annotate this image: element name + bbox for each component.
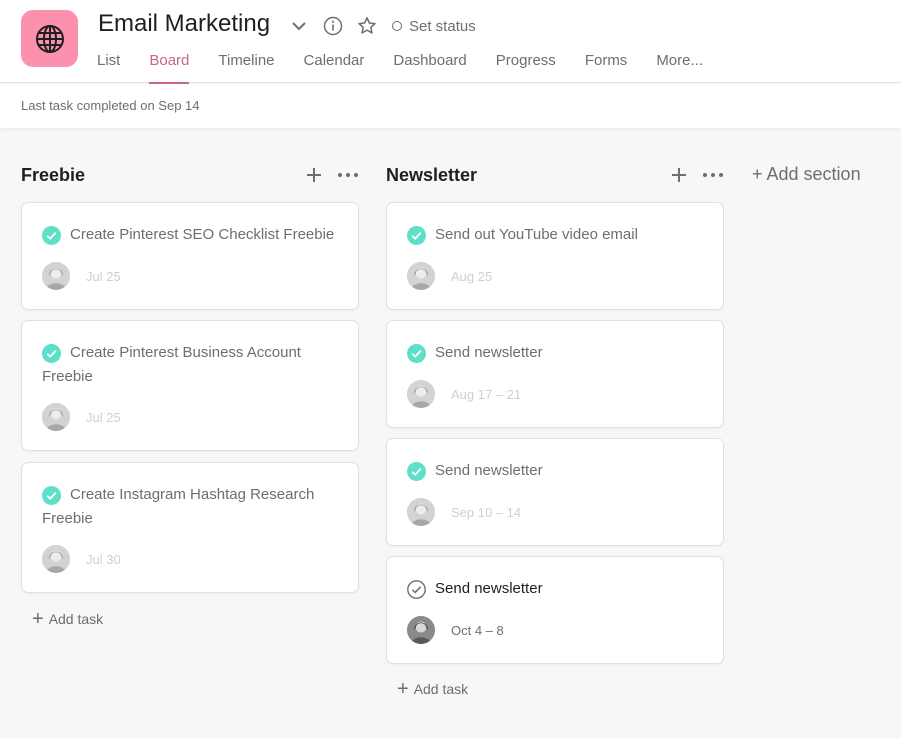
chevron-down-icon[interactable] [288, 15, 310, 37]
tab-board[interactable]: Board [149, 50, 190, 84]
add-task-plus-icon[interactable] [303, 164, 325, 186]
column-header: Newsletter [386, 158, 724, 192]
due-date[interactable]: Aug 25 [451, 269, 492, 284]
task-title: Create Pinterest SEO Checklist Freebie [70, 226, 335, 243]
tab-progress[interactable]: Progress [496, 50, 556, 83]
task-title: Create Instagram Hashtag Research Freebi… [42, 486, 315, 527]
set-status-button[interactable]: Set status [392, 18, 476, 35]
task-title: Send newsletter [435, 344, 543, 361]
task-meta: Jul 25 [42, 262, 121, 290]
task-title: Send newsletter [435, 580, 543, 597]
project-header: Email Marketing Set status List Board Ti… [0, 0, 901, 84]
avatar[interactable] [407, 616, 435, 644]
task-title: Create Pinterest Business Account Freebi… [42, 344, 301, 385]
add-task-button[interactable]: + Add task [397, 679, 468, 699]
due-date[interactable]: Aug 17 – 21 [451, 387, 521, 402]
set-status-label: Set status [409, 17, 476, 35]
avatar[interactable] [42, 403, 70, 431]
view-tabs: List Board Timeline Calendar Dashboard P… [97, 50, 732, 84]
due-date[interactable]: Jul 25 [86, 410, 121, 425]
due-date[interactable]: Sep 10 – 14 [451, 505, 521, 520]
add-task-plus-icon[interactable] [668, 164, 690, 186]
task-card[interactable]: Create Instagram Hashtag Research Freebi… [21, 462, 359, 593]
plus-icon: + [397, 678, 409, 700]
task-card[interactable]: Send newsletter Aug 17 – 21 [386, 320, 724, 428]
add-task-button[interactable]: + Add task [32, 609, 103, 629]
avatar[interactable] [407, 498, 435, 526]
project-title[interactable]: Email Marketing [98, 10, 270, 38]
tab-forms[interactable]: Forms [585, 50, 628, 83]
avatar[interactable] [42, 262, 70, 290]
task-meta: Jul 25 [42, 403, 121, 431]
due-date[interactable]: Jul 30 [86, 552, 121, 567]
task-meta: Jul 30 [42, 545, 121, 573]
column-header: Freebie [21, 158, 359, 192]
status-bar: Last task completed on Sep 14 [0, 84, 901, 128]
task-card[interactable]: Send out YouTube video email Aug 25 [386, 202, 724, 310]
task-meta: Sep 10 – 14 [407, 498, 521, 526]
title-actions: Set status [288, 12, 476, 40]
avatar[interactable] [407, 380, 435, 408]
task-title: Send newsletter [435, 462, 543, 479]
add-task-label: Add task [413, 681, 469, 697]
column-actions [656, 164, 724, 186]
task-card[interactable]: Send newsletter Sep 10 – 14 [386, 438, 724, 546]
tab-timeline[interactable]: Timeline [218, 50, 274, 83]
avatar[interactable] [407, 262, 435, 290]
column-title[interactable]: Freebie [21, 165, 85, 186]
avatar[interactable] [42, 545, 70, 573]
last-completed-text: Last task completed on Sep 14 [21, 98, 200, 113]
tab-calendar[interactable]: Calendar [304, 50, 365, 83]
due-date[interactable]: Jul 25 [86, 269, 121, 284]
column-title[interactable]: Newsletter [386, 165, 477, 186]
globe-icon [35, 24, 64, 53]
tab-more[interactable]: More... [656, 50, 703, 83]
more-options-icon[interactable] [702, 164, 724, 186]
task-card[interactable]: Create Pinterest SEO Checklist Freebie J… [21, 202, 359, 310]
column-actions [291, 164, 359, 186]
status-dot-icon [392, 21, 402, 31]
add-section-button[interactable]: + Add section [752, 164, 861, 185]
board-column-freebie: Freebie Create Pinterest SEO Checklist F… [21, 158, 359, 629]
plus-icon: + [32, 608, 44, 630]
add-task-label: Add task [48, 611, 104, 627]
tab-list[interactable]: List [97, 50, 120, 83]
more-options-icon[interactable] [337, 164, 359, 186]
task-card[interactable]: Create Pinterest Business Account Freebi… [21, 320, 359, 451]
project-icon[interactable] [21, 10, 78, 67]
tab-dashboard[interactable]: Dashboard [393, 50, 466, 83]
task-title: Send out YouTube video email [435, 226, 638, 243]
info-icon[interactable] [322, 15, 344, 37]
task-card[interactable]: Send newsletter Oct 4 – 8 [386, 556, 724, 664]
task-meta: Aug 25 [407, 262, 492, 290]
task-meta: Aug 17 – 21 [407, 380, 521, 408]
board-column-newsletter: Newsletter Send out YouTube video email … [386, 158, 724, 699]
star-icon[interactable] [356, 15, 378, 37]
due-date[interactable]: Oct 4 – 8 [451, 623, 504, 638]
task-meta: Oct 4 – 8 [407, 616, 504, 644]
